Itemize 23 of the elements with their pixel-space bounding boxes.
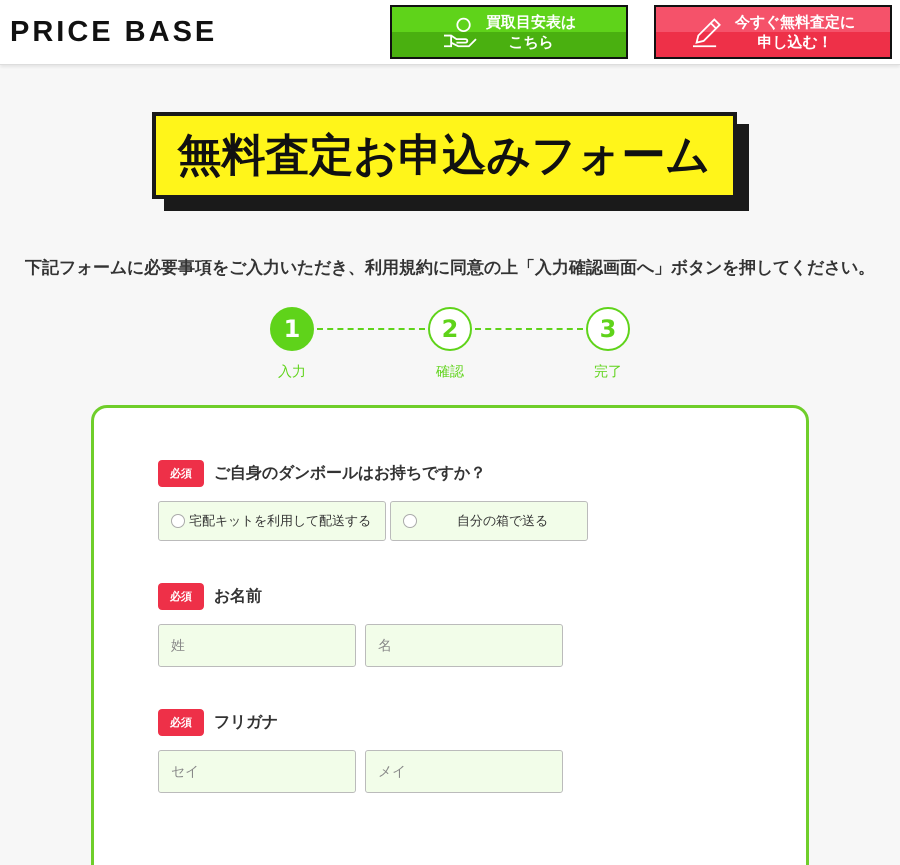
step-label: 確認 <box>436 363 464 381</box>
page-title: 無料査定お申込みフォーム <box>152 112 736 199</box>
step-label: 完了 <box>594 363 622 381</box>
description-text: 下記フォームに必要事項をご入力いただき、利用規約に同意の上「入力確認画面へ」ボタンを押してください。 <box>24 257 876 280</box>
field-label: お名前 <box>214 586 262 607</box>
required-badge: 必須 <box>158 460 204 487</box>
logo[interactable]: PRICE BASE <box>10 16 218 48</box>
text-field[interactable]: 名 <box>365 624 563 667</box>
header-button[interactable]: 今すぐ無料査定に 申し込む！ <box>654 5 892 59</box>
field-label: ご自身のダンボールはお持ちですか？ <box>214 463 486 484</box>
required-badge: 必須 <box>158 709 204 736</box>
hand-coin-icon <box>442 16 478 48</box>
radio-option[interactable]: 宅配キットを利用して配送する <box>158 501 386 541</box>
step-number: 3 <box>586 307 630 351</box>
step-number: 2 <box>428 307 472 351</box>
step-number: 1 <box>270 307 314 351</box>
radio-option[interactable]: 自分の箱で送る <box>390 501 588 541</box>
field-label: フリガナ <box>214 712 278 733</box>
step-label: 入力 <box>278 363 306 381</box>
text-field[interactable]: セイ <box>158 750 356 793</box>
text-field[interactable]: メイ <box>365 750 563 793</box>
required-badge: 必須 <box>158 583 204 610</box>
text-field[interactable]: 姓 <box>158 624 356 667</box>
